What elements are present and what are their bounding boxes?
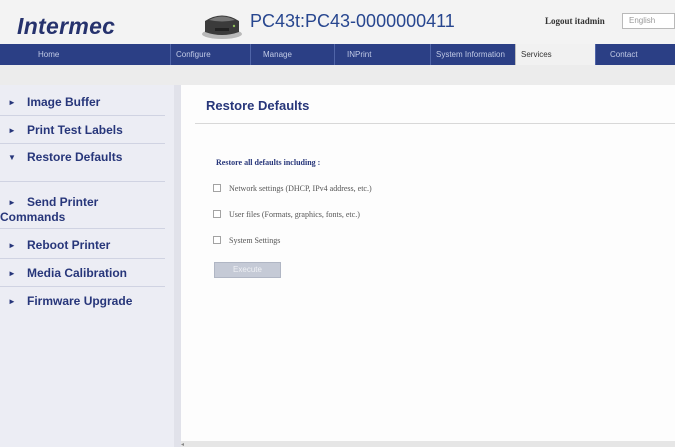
execute-button[interactable]: Execute [214,262,281,278]
sidebar-item-label: Reboot Printer [27,238,111,252]
chevron-right-icon: ► [8,297,16,306]
section-heading: Restore all defaults including : [216,158,321,167]
nav-home[interactable]: Home [0,44,170,65]
nav-manage[interactable]: Manage [250,44,334,65]
main-content: Restore Defaults Restore all defaults in… [181,85,675,447]
scroll-left-icon[interactable]: ◂ [181,441,189,447]
logout-link[interactable]: Logout itadmin [545,16,605,26]
page-title: Restore Defaults [206,98,310,113]
intermec-logo[interactable]: Intermec [17,13,115,40]
user-files-checkbox[interactable] [213,210,221,218]
nav-contact[interactable]: Contact [595,44,675,65]
option-label: Network settings (DHCP, IPv4 address, et… [229,184,372,193]
nav-system-information[interactable]: System Information [430,44,515,65]
sidebar-item-send-printer-commands[interactable]: ► Send Printer Commands [0,195,165,229]
language-select[interactable]: English [622,13,675,29]
chevron-right-icon: ► [8,198,16,207]
sidebar-item-firmware-upgrade[interactable]: ► Firmware Upgrade [0,294,165,315]
sidebar-item-label: Image Buffer [27,95,101,109]
sidebar-item-label: Print Test Labels [27,123,123,137]
sidebar-item-restore-defaults[interactable]: ▼ Restore Defaults [0,150,165,182]
nav-configure[interactable]: Configure [170,44,250,65]
main-nav: Home Configure Manage INPrint System Inf… [0,44,675,65]
option-network-settings[interactable]: Network settings (DHCP, IPv4 address, et… [213,184,372,193]
chevron-right-icon: ► [8,98,16,107]
option-user-files[interactable]: User files (Formats, graphics, fonts, et… [213,210,360,219]
sidebar-item-reboot-printer[interactable]: ► Reboot Printer [0,238,165,259]
sidebar-item-label: Firmware Upgrade [27,294,133,308]
sidebar: ► Image Buffer ► Print Test Labels ▼ Restor… [0,85,174,447]
sidebar-item-label: Send Printer [27,195,99,209]
header-bar: Intermec PC43t:PC43-0000000411 Logout it… [0,0,675,44]
chevron-down-icon: ▼ [8,153,16,162]
sidebar-item-label-line2: Commands [0,210,66,224]
printer-name: PC43t:PC43-0000000411 [250,11,455,31]
horizontal-scrollbar[interactable]: ◂ [181,441,675,447]
sidebar-item-label: Restore Defaults [27,150,123,164]
chevron-right-icon: ► [8,126,16,135]
sidebar-item-print-test-labels[interactable]: ► Print Test Labels [0,123,165,144]
nav-spacer [0,65,675,85]
option-label: User files (Formats, graphics, fonts, et… [229,210,360,219]
chevron-right-icon: ► [8,241,16,250]
sidebar-divider [174,85,181,447]
system-settings-checkbox[interactable] [213,236,221,244]
chevron-right-icon: ► [8,269,16,278]
printer-icon [202,15,242,39]
nav-services[interactable]: Services [515,44,595,65]
nav-inprint[interactable]: INPrint [334,44,430,65]
option-label: System Settings [229,236,281,245]
sidebar-item-image-buffer[interactable]: ► Image Buffer [0,95,165,116]
sidebar-item-label: Media Calibration [27,266,128,280]
title-divider [195,123,675,124]
network-settings-checkbox[interactable] [213,184,221,192]
sidebar-item-media-calibration[interactable]: ► Media Calibration [0,266,165,287]
option-system-settings[interactable]: System Settings [213,236,280,245]
